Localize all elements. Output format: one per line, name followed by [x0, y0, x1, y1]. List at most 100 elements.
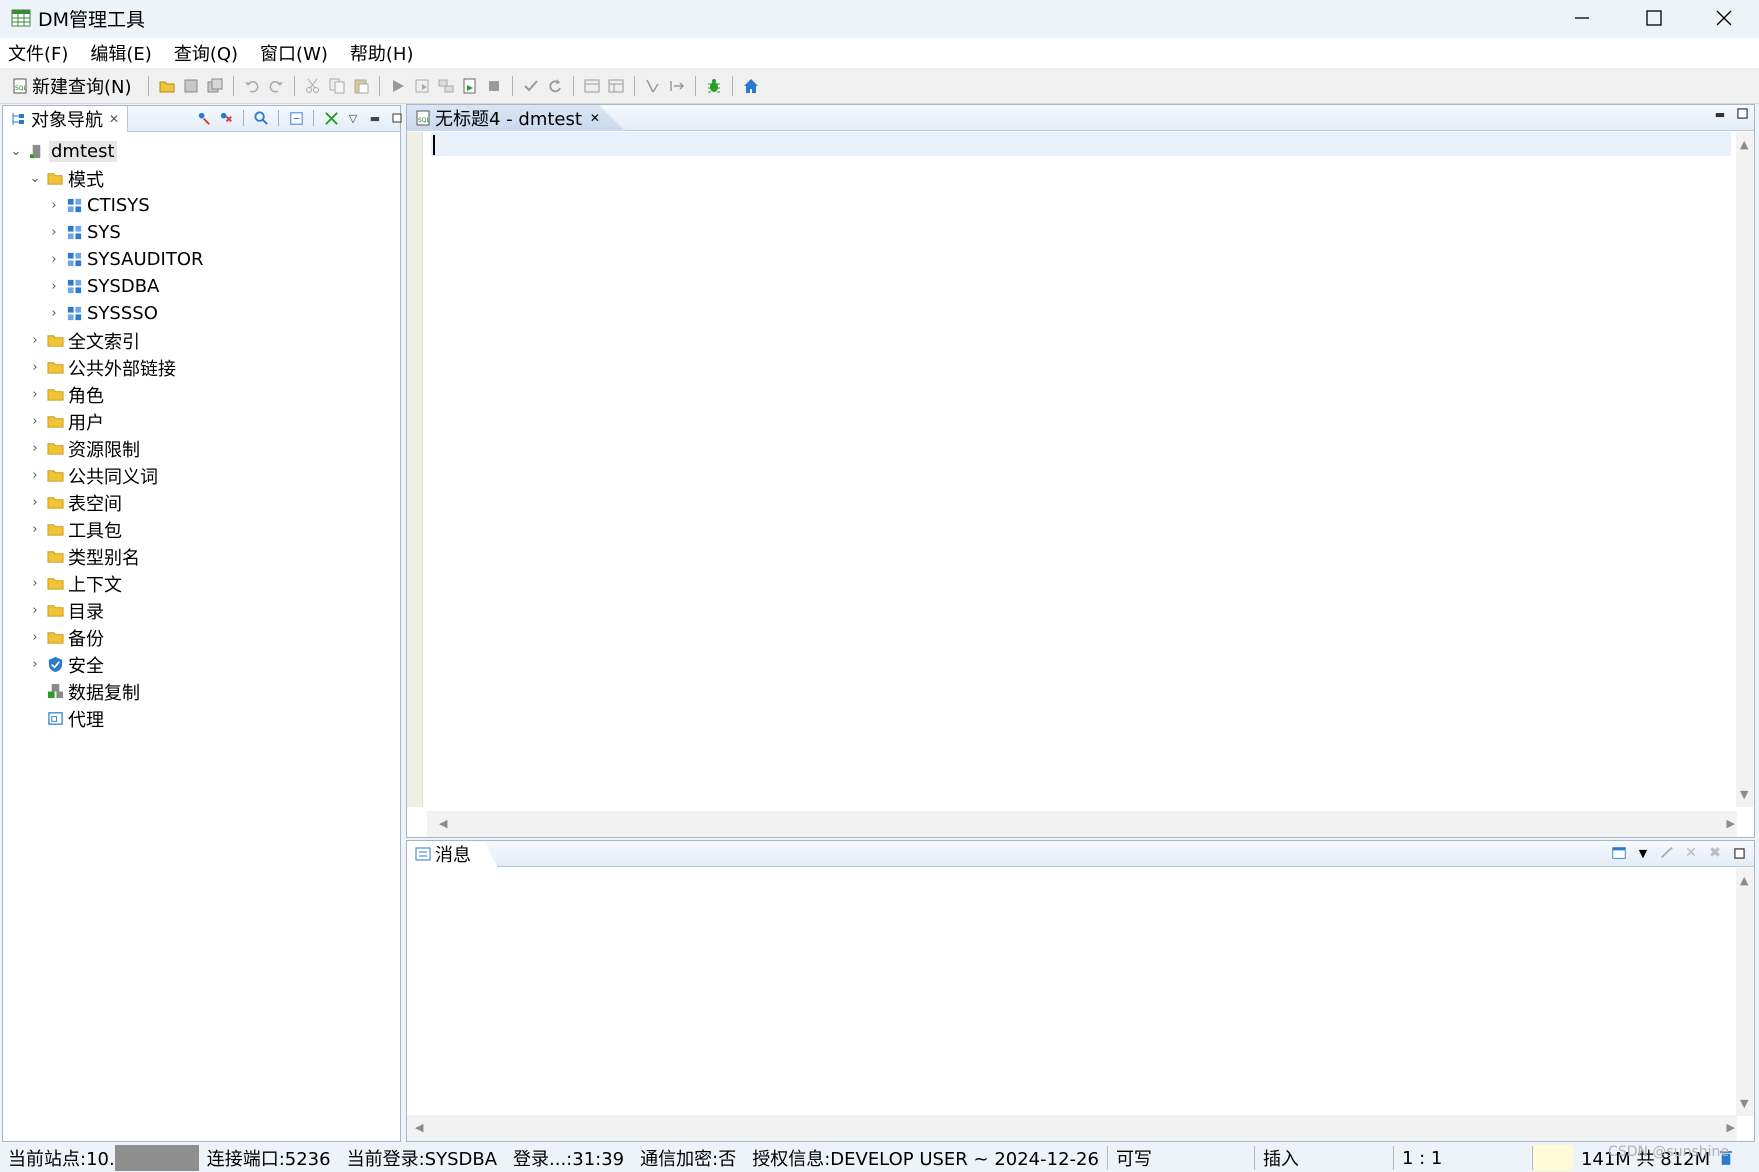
chevron-right-icon[interactable]: ›	[47, 279, 61, 294]
cut-icon[interactable]	[304, 77, 322, 95]
copy-icon[interactable]	[328, 77, 346, 95]
execute-script-icon[interactable]	[461, 77, 479, 95]
scroll-left-icon[interactable]: ◀	[415, 1121, 423, 1134]
scroll-down-icon[interactable]: ▼	[1740, 1097, 1748, 1110]
new-query-button[interactable]: SQL 新建查询(N)	[8, 73, 132, 99]
connect-icon[interactable]	[195, 109, 213, 127]
chevron-right-icon[interactable]: ›	[28, 630, 42, 645]
save-icon[interactable]	[182, 77, 200, 95]
tree-node-public-synonyms[interactable]: › 公共同义词	[3, 462, 400, 489]
chevron-right-icon[interactable]: ›	[28, 333, 42, 348]
tree-node-roles[interactable]: › 角色	[3, 381, 400, 408]
chevron-right-icon[interactable]: ›	[47, 225, 61, 240]
view-menu-icon[interactable]: ▽	[344, 109, 362, 127]
tree-node-directories[interactable]: › 目录	[3, 597, 400, 624]
chevron-right-icon[interactable]: ›	[28, 441, 42, 456]
step-over-icon[interactable]	[668, 77, 686, 95]
minimize-view-icon[interactable]: ▬	[366, 109, 384, 127]
scroll-up-icon[interactable]: ▲	[1740, 874, 1748, 887]
tree-node-public-external-links[interactable]: › 公共外部链接	[3, 354, 400, 381]
close-button[interactable]	[1690, 0, 1758, 36]
tree-node-schema[interactable]: › SYSAUDITOR	[3, 246, 400, 273]
rollback-icon[interactable]	[546, 77, 564, 95]
open-folder-icon[interactable]	[158, 77, 176, 95]
dropdown-arrow-icon[interactable]: ▼	[1634, 844, 1652, 862]
tree-node-resource-limits[interactable]: › 资源限制	[3, 435, 400, 462]
scroll-right-icon[interactable]: ▶	[1727, 1121, 1735, 1134]
tree-node-tablespaces[interactable]: › 表空间	[3, 489, 400, 516]
tree-node-schema[interactable]: › CTISYS	[3, 192, 400, 219]
tree-node-schemas[interactable]: ⌄ 模式	[3, 165, 400, 192]
clear-messages-icon[interactable]	[1658, 844, 1676, 862]
chevron-down-icon[interactable]: ⌄	[28, 171, 42, 186]
message-horizontal-scrollbar[interactable]: ◀ ▶	[407, 1115, 1737, 1141]
scroll-down-icon[interactable]: ▼	[1740, 788, 1748, 801]
display-mode-icon[interactable]	[1610, 844, 1628, 862]
search-icon[interactable]	[252, 109, 270, 127]
tab-object-navigator[interactable]: 对象导航 ✕	[3, 106, 129, 132]
commit-icon[interactable]	[522, 77, 540, 95]
close-tab-icon[interactable]: ✕	[590, 111, 600, 125]
tree-node-schema[interactable]: › SYSDBA	[3, 273, 400, 300]
chevron-right-icon[interactable]: ›	[47, 252, 61, 267]
calendar-icon[interactable]	[583, 77, 601, 95]
menu-window[interactable]: 窗口(W)	[260, 40, 328, 66]
minimize-button[interactable]	[1548, 0, 1616, 36]
redo-icon[interactable]	[267, 77, 285, 95]
maximize-button[interactable]	[1620, 0, 1688, 36]
close-tab-icon[interactable]: ✕	[109, 112, 119, 126]
tree-node-connection[interactable]: ⌄ dmtest	[3, 138, 400, 165]
debug-bug-icon[interactable]	[705, 77, 723, 95]
link-editor-icon[interactable]	[322, 109, 340, 127]
tree-node-users[interactable]: › 用户	[3, 408, 400, 435]
remove-all-icon[interactable]: ✖	[1706, 844, 1724, 862]
undo-icon[interactable]	[243, 77, 261, 95]
remove-icon[interactable]: ✕	[1682, 844, 1700, 862]
menu-help[interactable]: 帮助(H)	[350, 40, 414, 66]
maximize-view-icon[interactable]	[388, 109, 406, 127]
current-line-highlight[interactable]	[431, 132, 1731, 156]
collapse-all-icon[interactable]	[287, 109, 305, 127]
stop-icon[interactable]	[485, 77, 503, 95]
chevron-down-icon[interactable]: ⌄	[9, 144, 23, 159]
tree-node-schema[interactable]: › SYS	[3, 219, 400, 246]
tab-query-editor[interactable]: SQL 无标题4 - dmtest ✕	[407, 105, 625, 131]
tab-messages[interactable]: 消息	[407, 841, 498, 867]
chevron-right-icon[interactable]: ›	[28, 495, 42, 510]
tree-node-agent[interactable]: 代理	[3, 705, 400, 732]
chevron-right-icon[interactable]: ›	[47, 198, 61, 213]
run-icon[interactable]	[389, 77, 407, 95]
maximize-view-icon[interactable]	[1730, 844, 1748, 862]
tree-node-data-replication[interactable]: 数据复制	[3, 678, 400, 705]
step-into-icon[interactable]	[644, 77, 662, 95]
menu-query[interactable]: 查询(Q)	[174, 40, 238, 66]
chevron-right-icon[interactable]: ›	[28, 657, 42, 672]
tree-node-security[interactable]: › 安全	[3, 651, 400, 678]
scroll-right-icon[interactable]: ▶	[1727, 817, 1735, 830]
save-all-icon[interactable]	[206, 77, 224, 95]
tree-node-schema[interactable]: › SYSSSO	[3, 300, 400, 327]
chevron-right-icon[interactable]: ›	[28, 522, 42, 537]
run-selected-icon[interactable]	[413, 77, 431, 95]
menu-file[interactable]: 文件(F)	[8, 40, 68, 66]
tree-node-type-aliases[interactable]: 类型别名	[3, 543, 400, 570]
message-vertical-scrollbar[interactable]: ▲ ▼	[1736, 868, 1754, 1116]
tree-node-fulltext-index[interactable]: › 全文索引	[3, 327, 400, 354]
tree-node-backups[interactable]: › 备份	[3, 624, 400, 651]
scroll-up-icon[interactable]: ▲	[1740, 138, 1748, 151]
scroll-left-icon[interactable]: ◀	[439, 817, 447, 830]
chevron-right-icon[interactable]: ›	[28, 603, 42, 618]
tree-node-packages[interactable]: › 工具包	[3, 516, 400, 543]
explain-icon[interactable]	[437, 77, 455, 95]
chevron-right-icon[interactable]: ›	[28, 468, 42, 483]
paste-icon[interactable]	[352, 77, 370, 95]
maximize-view-icon[interactable]	[1734, 108, 1750, 122]
menu-edit[interactable]: 编辑(E)	[90, 40, 151, 66]
chevron-right-icon[interactable]: ›	[47, 306, 61, 321]
schedule-icon[interactable]	[607, 77, 625, 95]
chevron-right-icon[interactable]: ›	[28, 414, 42, 429]
chevron-right-icon[interactable]: ›	[28, 576, 42, 591]
tree-node-contexts[interactable]: › 上下文	[3, 570, 400, 597]
disconnect-icon[interactable]	[217, 109, 235, 127]
home-icon[interactable]	[742, 77, 760, 95]
